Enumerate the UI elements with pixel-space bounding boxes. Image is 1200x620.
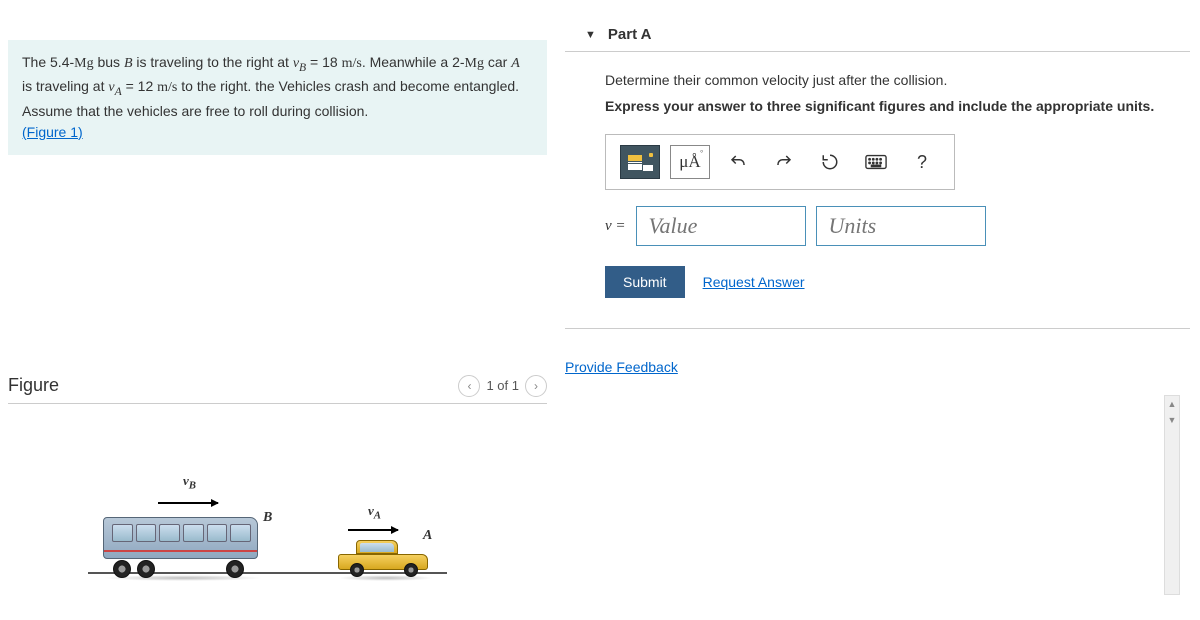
bus-graphic — [103, 517, 258, 572]
reset-button[interactable] — [812, 146, 848, 178]
redo-button[interactable] — [766, 146, 802, 178]
templates-button[interactable] — [620, 145, 660, 179]
undo-icon — [729, 153, 747, 171]
figure-link[interactable]: (Figure 1) — [22, 124, 83, 140]
units-button[interactable]: μÅ° — [670, 145, 710, 179]
car-graphic — [338, 540, 428, 572]
request-answer-link[interactable]: Request Answer — [703, 274, 805, 290]
figure-scrollbar[interactable]: ▲ ▼ — [1164, 395, 1180, 595]
redo-icon — [775, 153, 793, 171]
scroll-down-icon[interactable]: ▼ — [1165, 412, 1179, 428]
keyboard-button[interactable] — [858, 146, 894, 178]
figure-counter: 1 of 1 — [486, 378, 519, 393]
figure-prev-button[interactable]: ‹ — [458, 375, 480, 397]
answer-variable: v = — [605, 218, 626, 235]
problem-statement: The 5.4-Mg bus B is traveling to the rig… — [8, 40, 547, 155]
provide-feedback-link[interactable]: Provide Feedback — [565, 359, 678, 375]
submit-button[interactable]: Submit — [605, 266, 685, 298]
scroll-up-icon[interactable]: ▲ — [1165, 396, 1179, 412]
part-title: Part A — [608, 26, 652, 43]
question-instructions: Express your answer to three significant… — [605, 98, 1190, 114]
undo-button[interactable] — [720, 146, 756, 178]
keyboard-icon — [865, 154, 887, 170]
value-input[interactable] — [636, 206, 806, 246]
answer-toolbar: μÅ° ? — [605, 134, 955, 190]
figure-image: vB vA B A — [8, 424, 547, 604]
figure-next-button[interactable]: › — [525, 375, 547, 397]
help-button[interactable]: ? — [904, 146, 940, 178]
figure-title: Figure — [8, 375, 59, 396]
collapse-icon[interactable]: ▼ — [585, 29, 596, 41]
units-input[interactable] — [816, 206, 986, 246]
reset-icon — [821, 153, 839, 171]
question-prompt: Determine their common velocity just aft… — [605, 72, 1190, 88]
